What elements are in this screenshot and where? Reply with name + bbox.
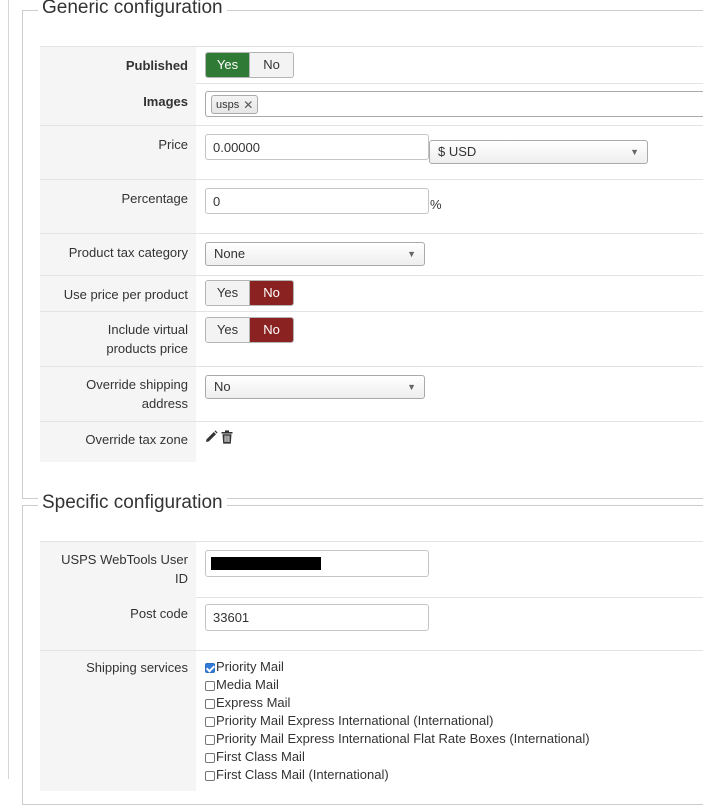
tax-category-select[interactable]: None ▼ <box>205 242 425 266</box>
post-code-row: Post code 33601 <box>40 597 703 651</box>
checkbox-icon[interactable] <box>205 699 215 709</box>
chevron-down-icon: ▼ <box>407 382 416 392</box>
price-per-product-no-button[interactable]: No <box>249 281 293 305</box>
post-code-input[interactable]: 33601 <box>205 604 429 631</box>
images-multiselect[interactable]: usps ✕ <box>205 91 703 117</box>
user-id-label-line1: USPS WebTools User <box>61 552 188 567</box>
user-id-label-line2: ID <box>175 571 188 586</box>
shipping-service-label: Media Mail <box>216 676 279 692</box>
shipping-service-label: Priority Mail Express International Flat… <box>216 730 590 746</box>
checkbox-icon[interactable] <box>205 753 215 763</box>
shipping-service-label: Priority Mail <box>216 658 284 674</box>
chevron-down-icon: ▼ <box>407 249 416 259</box>
trash-icon[interactable] <box>221 430 233 444</box>
redacted-value <box>211 557 321 570</box>
shipping-service-option[interactable]: Express Mail <box>205 693 590 711</box>
tax-category-row: Product tax category None ▼ <box>40 234 703 276</box>
virtual-products-label-line2: products price <box>106 341 188 356</box>
specific-configuration-legend: Specific configuration <box>38 491 227 515</box>
percentage-label: Percentage <box>121 191 189 206</box>
checkbox-icon[interactable] <box>205 681 215 691</box>
checkbox-icon[interactable] <box>205 717 215 727</box>
shipping-services-label: Shipping services <box>86 660 188 675</box>
shipping-service-option[interactable]: First Class Mail <box>205 747 590 765</box>
price-per-product-row: Use price per product Yes No <box>40 276 703 312</box>
tax-category-label: Product tax category <box>68 245 188 260</box>
virtual-products-row: Include virtual products price Yes No <box>40 312 703 367</box>
published-toggle[interactable]: Yes No <box>205 52 294 78</box>
remove-tag-icon[interactable]: ✕ <box>243 97 253 113</box>
generic-configuration-legend: Generic configuration <box>38 0 227 20</box>
shipping-service-option[interactable]: Priority Mail Express International Flat… <box>205 729 590 747</box>
published-no-button[interactable]: No <box>249 53 293 77</box>
virtual-products-yes-button[interactable]: Yes <box>206 318 249 342</box>
virtual-products-label-line1: Include virtual <box>107 322 188 337</box>
price-label: Price <box>158 137 188 152</box>
price-row: Price 0.00000 $ USD ▼ <box>40 126 703 180</box>
price-per-product-toggle[interactable]: Yes No <box>205 280 294 306</box>
published-yes-button[interactable]: Yes <box>206 53 249 77</box>
tax-zone-actions <box>205 430 233 444</box>
image-tag: usps ✕ <box>211 95 259 114</box>
percent-unit: % <box>430 197 442 212</box>
override-shipping-row: Override shipping address No ▼ <box>40 367 703 422</box>
tax-category-value: None <box>214 246 246 261</box>
override-shipping-value: No <box>214 379 231 394</box>
override-shipping-select[interactable]: No ▼ <box>205 375 425 399</box>
shipping-service-option[interactable]: Media Mail <box>205 675 590 693</box>
price-per-product-label: Use price per product <box>63 287 188 302</box>
price-input[interactable]: 0.00000 <box>205 134 429 160</box>
user-id-row: USPS WebTools User ID <box>40 541 703 598</box>
shipping-service-option[interactable]: First Class Mail (International) <box>205 765 590 783</box>
shipping-service-option[interactable]: Priority Mail Express International (Int… <box>205 711 590 729</box>
percentage-input[interactable]: 0 <box>205 188 429 214</box>
pencil-icon[interactable] <box>205 430 218 443</box>
currency-value: $ USD <box>438 144 477 159</box>
shipping-service-label: Priority Mail Express International (Int… <box>216 712 494 728</box>
left-border <box>8 0 9 779</box>
virtual-products-no-button[interactable]: No <box>249 318 293 342</box>
shipping-service-label: First Class Mail <box>216 748 305 764</box>
price-per-product-yes-button[interactable]: Yes <box>206 281 249 305</box>
shipping-service-option[interactable]: Priority Mail <box>205 657 590 675</box>
images-row: Images usps ✕ <box>40 83 703 126</box>
override-tax-zone-label: Override tax zone <box>85 432 188 447</box>
image-tag-label: usps <box>216 98 240 111</box>
shipping-services-row: Shipping services Priority Mail Media Ma… <box>40 651 703 791</box>
shipping-service-label: First Class Mail (International) <box>216 766 389 782</box>
shipping-service-label: Express Mail <box>216 694 291 710</box>
checkbox-icon[interactable] <box>205 735 215 745</box>
images-label: Images <box>143 94 188 109</box>
percentage-row: Percentage 0 % <box>40 180 703 234</box>
checkbox-icon[interactable] <box>205 771 215 781</box>
published-label: Published <box>125 58 188 73</box>
chevron-down-icon: ▼ <box>630 147 639 157</box>
currency-select[interactable]: $ USD ▼ <box>429 140 648 164</box>
override-shipping-label-line1: Override shipping <box>86 377 188 392</box>
checkbox-checked-icon[interactable] <box>205 663 215 673</box>
virtual-products-toggle[interactable]: Yes No <box>205 317 294 343</box>
override-shipping-label-line2: address <box>141 396 188 411</box>
published-row: Published Yes No <box>40 46 703 84</box>
post-code-label: Post code <box>130 606 188 621</box>
override-tax-zone-row: Override tax zone <box>40 422 703 462</box>
shipping-services-list: Priority Mail Media Mail Express Mail Pr… <box>205 657 590 783</box>
